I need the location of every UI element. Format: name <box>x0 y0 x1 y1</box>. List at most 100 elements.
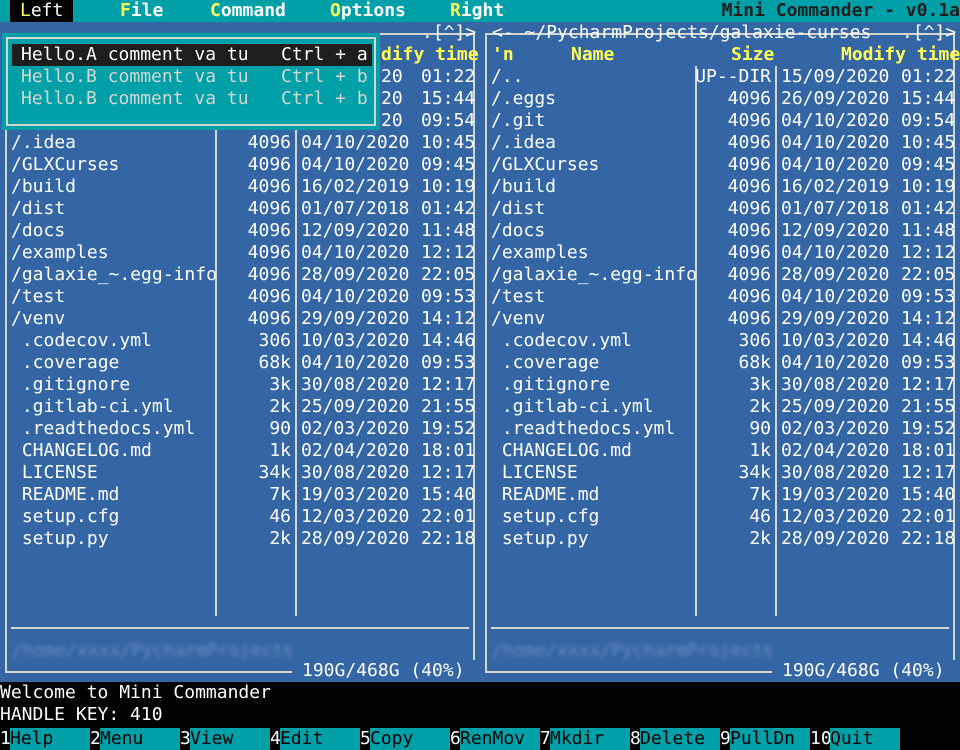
right-panel-scroll-marker[interactable]: .[^]> <box>902 22 956 44</box>
right-file-row[interactable]: /dist 4096 01/07/2018 01:42 <box>491 198 955 220</box>
right-file-row[interactable]: .readthedocs.yml 90 02/03/2020 19:52 <box>491 418 955 440</box>
dropdown-item[interactable]: Hello.A comment va tu Ctrl + a <box>12 44 372 66</box>
right-file-row[interactable]: setup.cfg 46 12/03/2020 22:01 <box>491 506 955 528</box>
file-time: 01:22 <box>901 66 956 87</box>
file-time: 09:45 <box>901 154 956 175</box>
right-sort-indicator[interactable]: 'n <box>492 44 514 66</box>
fkey-number: 9 <box>720 728 731 750</box>
file-time: 18:01 <box>901 440 956 461</box>
menu-label: ommand <box>220 0 286 21</box>
right-file-row[interactable]: /.idea 4096 04/10/2020 10:45 <box>491 132 955 154</box>
menu-file[interactable]: File <box>110 0 173 22</box>
menu-options[interactable]: Options <box>320 0 416 22</box>
left-file-row[interactable]: README.md 7k 19/03/2020 15:40 <box>11 484 475 506</box>
right-file-row[interactable]: /venv 4096 29/09/2020 14:12 <box>491 308 955 330</box>
dropdown-item[interactable]: Hello.B comment va tu Ctrl + b <box>12 66 372 88</box>
file-date: 04/10/2020 <box>781 352 890 373</box>
file-size: UP--DIR <box>695 66 771 87</box>
file-time: 22:18 <box>901 528 956 549</box>
fkey-copy[interactable]: 5 Copy <box>360 728 450 750</box>
right-file-row[interactable]: /build 4096 16/02/2019 10:19 <box>491 176 955 198</box>
right-file-row[interactable]: /galaxie_~.egg-info 4096 28/09/2020 22:05 <box>491 264 955 286</box>
fkey-mkdir[interactable]: 7 Mkdir <box>540 728 630 750</box>
right-header-size[interactable]: Size <box>731 44 774 66</box>
file-size: 7k <box>749 484 771 505</box>
right-file-row[interactable]: .gitlab-ci.yml 2k 25/09/2020 21:55 <box>491 396 955 418</box>
right-file-row[interactable]: README.md 7k 19/03/2020 15:40 <box>491 484 955 506</box>
right-file-row[interactable]: /.. UP--DIR 15/09/2020 01:22 <box>491 66 955 88</box>
left-file-row[interactable]: setup.py 2k 28/09/2020 22:18 <box>11 528 475 550</box>
fkey-label: Quit <box>830 728 900 750</box>
menu-left[interactable]: Left <box>10 0 74 22</box>
status-line-welcome: Welcome to Mini Commander <box>0 682 271 703</box>
file-time: 09:53 <box>421 352 476 373</box>
right-header-modify[interactable]: Modify time <box>841 44 960 66</box>
fkey-label: Edit <box>280 728 360 750</box>
menu-hotkey: C <box>210 0 221 21</box>
file-date: 04/10/2020 <box>301 154 410 175</box>
left-file-row[interactable]: CHANGELOG.md 1k 02/04/2020 18:01 <box>11 440 475 462</box>
left-partial-date: 20 <box>381 110 403 131</box>
right-file-row[interactable]: /test 4096 04/10/2020 09:53 <box>491 286 955 308</box>
left-file-row[interactable]: /GLXCurses 4096 04/10/2020 09:45 <box>11 154 475 176</box>
file-time: 22:18 <box>421 528 476 549</box>
fkey-quit[interactable]: 10 Quit <box>810 728 900 750</box>
right-file-row[interactable]: /examples 4096 04/10/2020 12:12 <box>491 242 955 264</box>
left-file-row[interactable]: /venv 4096 29/09/2020 14:12 <box>11 308 475 330</box>
fkey-help[interactable]: 1 Help <box>0 728 90 750</box>
right-file-row[interactable]: /docs 4096 12/09/2020 11:48 <box>491 220 955 242</box>
fkey-menu[interactable]: 2 Menu <box>90 728 180 750</box>
left-file-row[interactable]: /test 4096 04/10/2020 09:53 <box>11 286 475 308</box>
fkey-view[interactable]: 3 View <box>180 728 270 750</box>
file-size: 2k <box>269 396 291 417</box>
file-time: 15:40 <box>421 484 476 505</box>
menu-label: ight <box>460 0 505 21</box>
menu-hotkey: F <box>120 0 131 21</box>
file-date: 04/10/2020 <box>781 110 890 131</box>
right-file-row[interactable]: .coverage 68k 04/10/2020 09:53 <box>491 352 955 374</box>
fkey-number: 3 <box>180 728 191 750</box>
left-file-row[interactable]: .gitignore 3k 30/08/2020 12:17 <box>11 374 475 396</box>
file-size: 2k <box>749 396 771 417</box>
left-file-row[interactable]: setup.cfg 46 12/03/2020 22:01 <box>11 506 475 528</box>
right-file-row[interactable]: /GLXCurses 4096 04/10/2020 09:45 <box>491 154 955 176</box>
right-file-row[interactable]: /.git 4096 04/10/2020 09:54 <box>491 110 955 132</box>
right-file-row[interactable]: LICENSE 34k 30/08/2020 12:17 <box>491 462 955 484</box>
left-file-row[interactable]: .coverage 68k 04/10/2020 09:53 <box>11 352 475 374</box>
right-file-row[interactable]: /.eggs 4096 26/09/2020 15:44 <box>491 88 955 110</box>
fkey-number: 10 <box>810 728 832 750</box>
left-file-row[interactable]: .codecov.yml 306 10/03/2020 14:46 <box>11 330 475 352</box>
fkey-edit[interactable]: 4 Edit <box>270 728 360 750</box>
left-file-row[interactable]: /dist 4096 01/07/2018 01:42 <box>11 198 475 220</box>
file-date: 15/09/2020 <box>781 66 890 87</box>
right-file-row[interactable]: CHANGELOG.md 1k 02/04/2020 18:01 <box>491 440 955 462</box>
file-date: 04/10/2020 <box>301 132 410 153</box>
menu-command[interactable]: Command <box>200 0 296 22</box>
fkey-delete[interactable]: 8 Delete <box>630 728 720 750</box>
left-file-row[interactable]: .readthedocs.yml 90 02/03/2020 19:52 <box>11 418 475 440</box>
left-header-modify[interactable]: dify time <box>381 44 479 66</box>
right-file-row[interactable]: setup.py 2k 28/09/2020 22:18 <box>491 528 955 550</box>
fkey-renmov[interactable]: 6 RenMov <box>450 728 540 750</box>
dropdown-item[interactable]: Hello.B comment va tu Ctrl + b <box>12 88 372 110</box>
file-time: 21:55 <box>421 396 476 417</box>
right-file-row[interactable]: .codecov.yml 306 10/03/2020 14:46 <box>491 330 955 352</box>
file-time: 12:12 <box>901 242 956 263</box>
left-file-row[interactable]: .gitlab-ci.yml 2k 25/09/2020 21:55 <box>11 396 475 418</box>
file-date: 19/03/2020 <box>301 484 410 505</box>
file-size: 90 <box>749 418 771 439</box>
menu-right[interactable]: Right <box>440 0 514 22</box>
right-header-name[interactable]: Name <box>571 44 614 66</box>
left-file-row[interactable]: /examples 4096 04/10/2020 12:12 <box>11 242 475 264</box>
left-file-row[interactable]: LICENSE 34k 30/08/2020 12:17 <box>11 462 475 484</box>
file-date: 30/08/2020 <box>781 462 890 483</box>
left-partial-time: 01:22 <box>421 66 476 87</box>
left-file-row[interactable]: /.idea 4096 04/10/2020 10:45 <box>11 132 475 154</box>
fkey-pulldn[interactable]: 9 PullDn <box>720 728 810 750</box>
left-file-row[interactable]: /docs 4096 12/09/2020 11:48 <box>11 220 475 242</box>
left-panel-scroll-marker[interactable]: .[^]> <box>422 22 476 44</box>
left-file-row[interactable]: /galaxie_~.egg-info 4096 28/09/2020 22:05 <box>11 264 475 286</box>
file-size: 306 <box>258 330 291 351</box>
right-file-row[interactable]: .gitignore 3k 30/08/2020 12:17 <box>491 374 955 396</box>
left-file-row[interactable]: /build 4096 16/02/2019 10:19 <box>11 176 475 198</box>
